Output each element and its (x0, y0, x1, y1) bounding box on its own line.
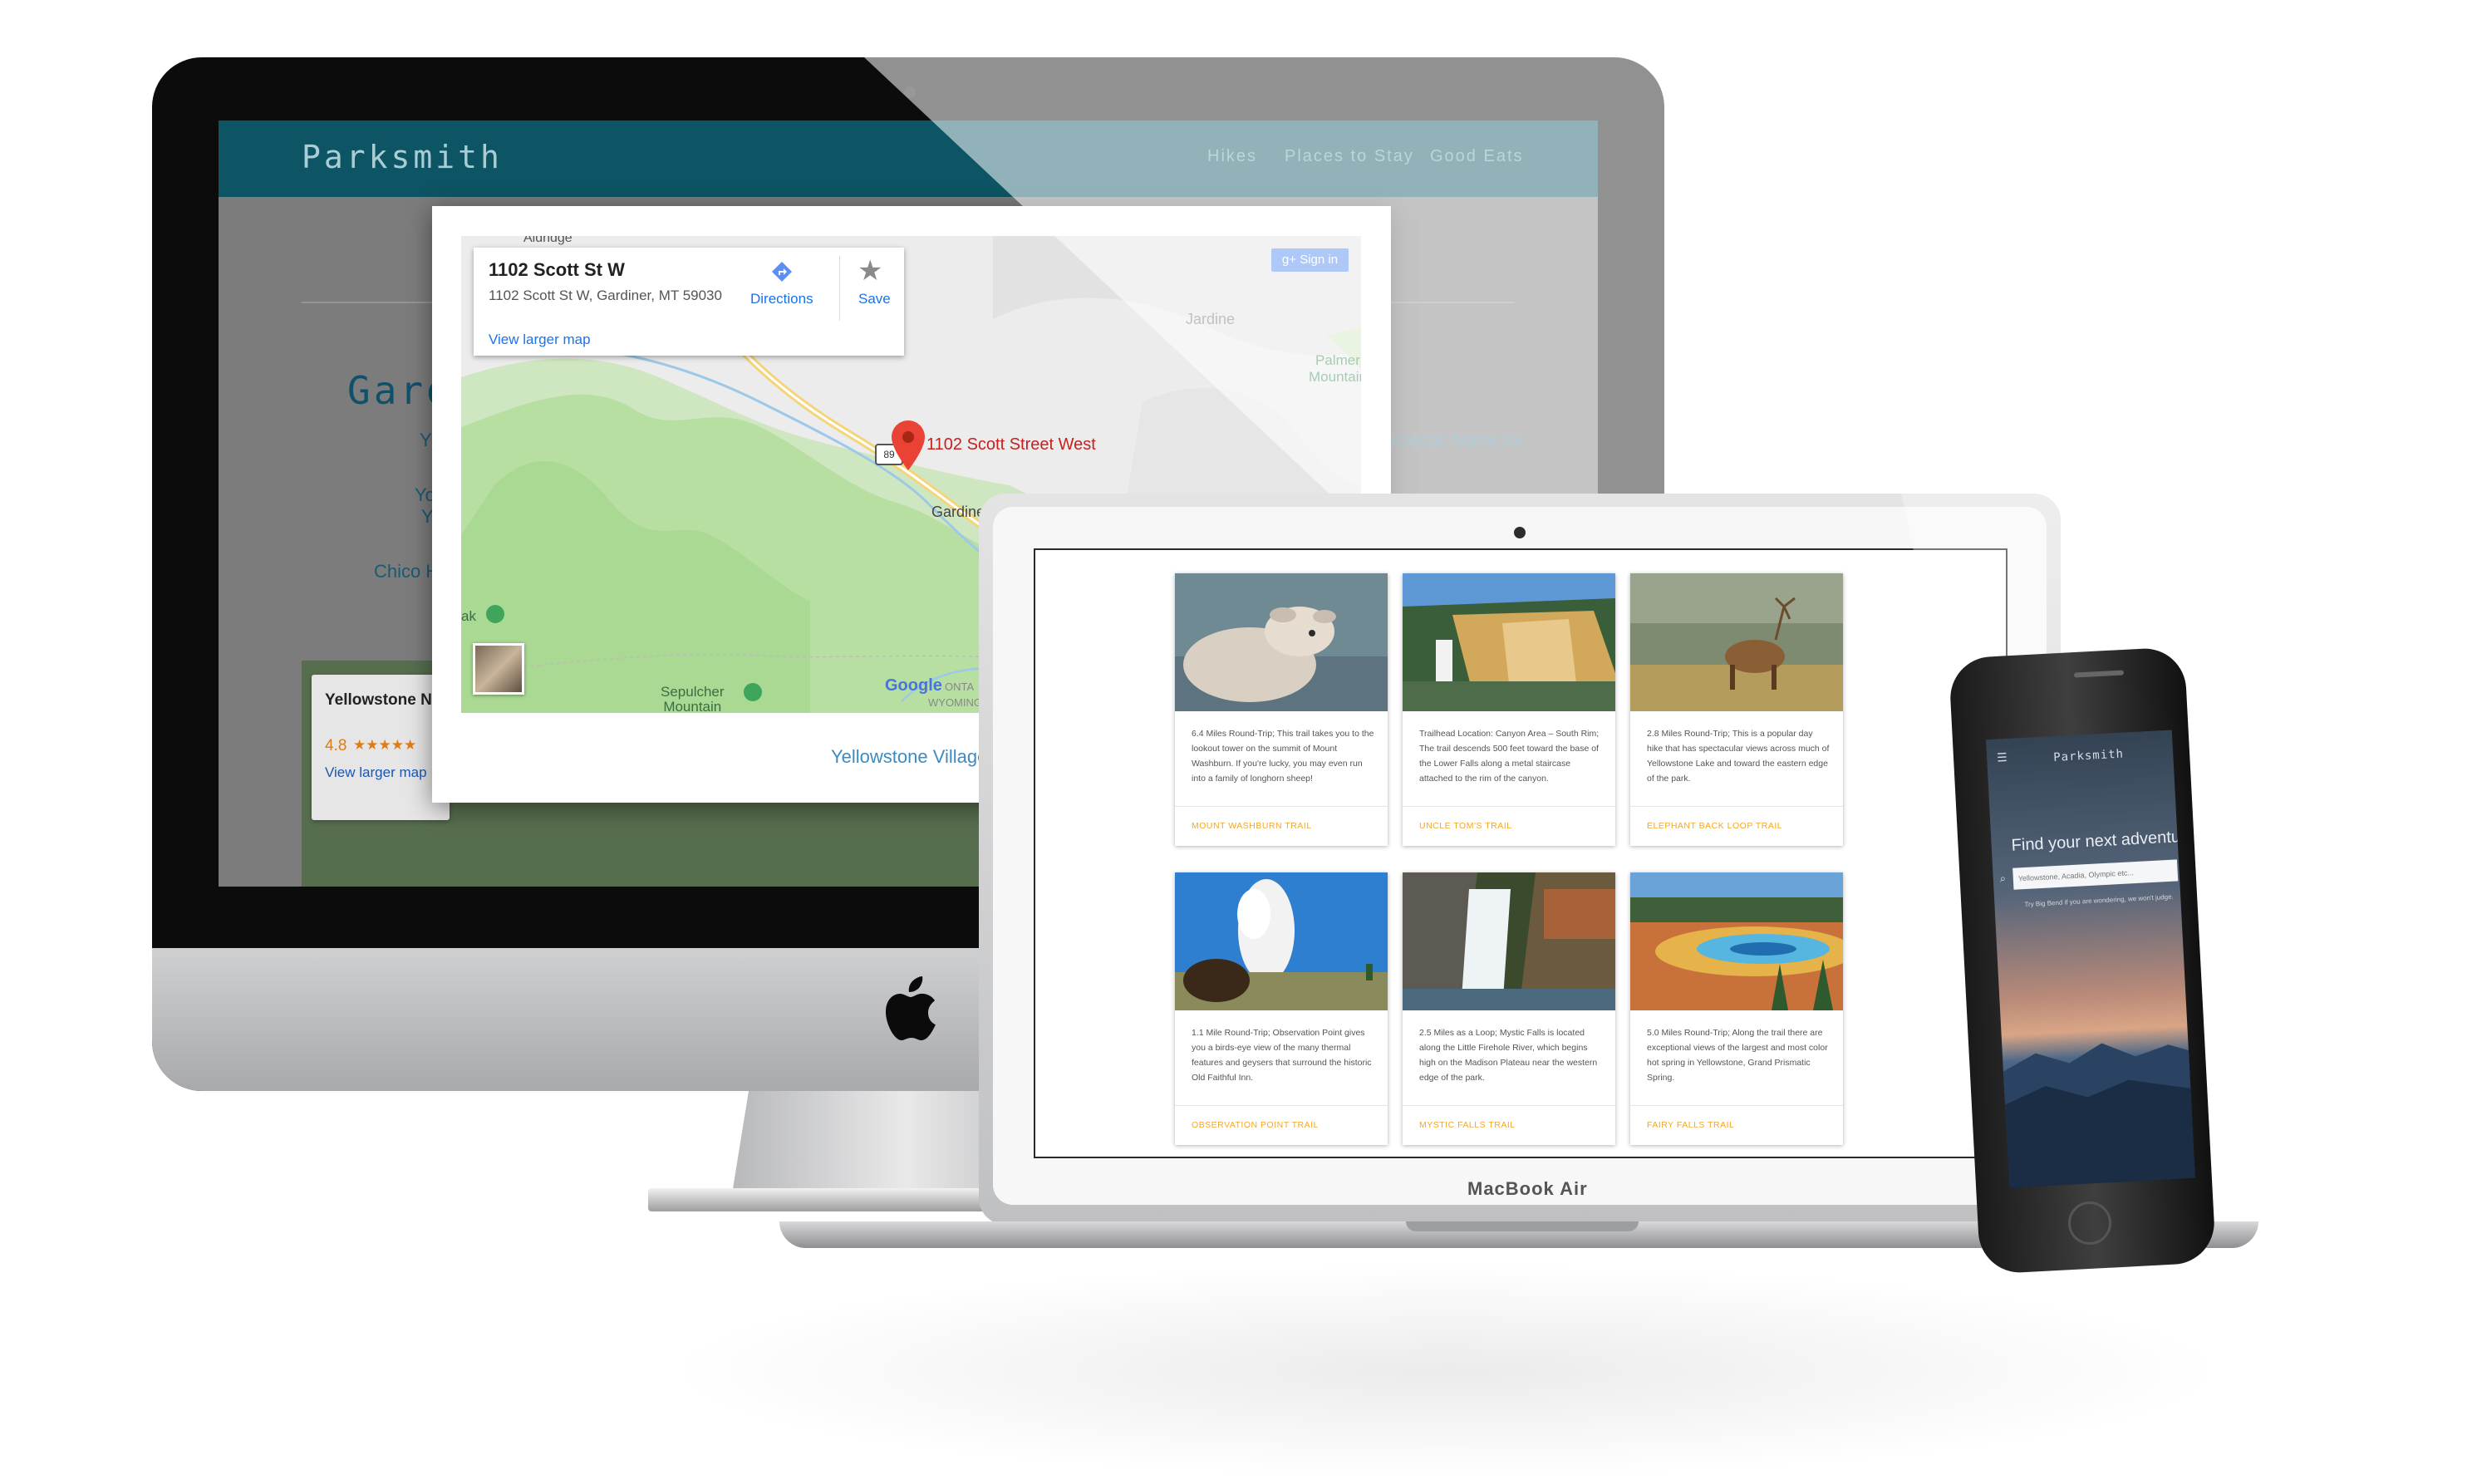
save-button[interactable]: Save (858, 291, 891, 307)
trail-card[interactable]: 1.1 Mile Round-Trip; Observation Point g… (1175, 872, 1388, 1145)
info-card-title: 1102 Scott St W (489, 259, 625, 280)
map-label-palmer-mountain: Palmer Mountain (1309, 352, 1361, 385)
info-card-address: 1102 Scott St W, Gardiner, MT 59030 (489, 287, 722, 303)
trail-photo-canyon-falls (1403, 573, 1615, 711)
trail-description: 1.1 Mile Round-Trip; Observation Point g… (1192, 1028, 1372, 1083)
card-divider (1403, 1105, 1615, 1106)
imac-camera (904, 86, 916, 98)
location-pin-icon[interactable] (892, 420, 925, 470)
card-divider (1630, 1105, 1843, 1106)
map-label-sepulcher-mountain: Sepulcher Mountain (661, 684, 725, 714)
trail-photo-geyser-bison (1175, 872, 1388, 1010)
intro-text-line: Y (420, 430, 432, 450)
google-plus-icon: g+ (1281, 253, 1300, 267)
directions-button[interactable]: Directions (750, 291, 813, 307)
rating-stars-icon: ★★★★★ (353, 737, 417, 753)
trail-card[interactable]: 2.5 Miles as a Loop; Mystic Falls is loc… (1403, 872, 1615, 1145)
view-larger-map-link[interactable]: View larger map (325, 764, 427, 781)
trail-link[interactable]: FAIRY FALLS TRAIL (1647, 1120, 1734, 1130)
search-icon: ⌕ (1999, 872, 2007, 885)
phone-headline: Find your next adventure (2011, 827, 2195, 855)
macbook-brand: MacBook Air (1467, 1178, 1588, 1199)
card-divider (1403, 806, 1615, 807)
phone-logo[interactable]: Parksmith (2053, 748, 2125, 764)
iphone-screen: ☰ Parksmith Find your next adventure ⌕ T… (1986, 730, 2195, 1188)
trail-description: 2.8 Miles Round-Trip; This is a popular … (1647, 729, 1830, 784)
hamburger-menu-icon[interactable]: ☰ (1997, 750, 2008, 765)
map-label-peak: ak (461, 608, 476, 624)
trail-card[interactable]: Trailhead Location: Canyon Area – South … (1403, 573, 1615, 846)
macbook-screen: 6.4 Miles Round-Trip; This trail takes y… (1034, 548, 2008, 1158)
trail-link[interactable]: MOUNT WASHBURN TRAIL (1192, 821, 1312, 831)
trail-card[interactable]: 6.4 Miles Round-Trip; This trail takes y… (1175, 573, 1388, 846)
macbook-notch (1406, 1221, 1639, 1231)
trail-link[interactable]: ELEPHANT BACK LOOP TRAIL (1647, 821, 1782, 831)
trail-photo-waterfall (1403, 872, 1615, 1010)
floor-shadow (656, 1263, 2235, 1479)
map-label-wyoming: WYOMING (928, 696, 982, 709)
park-marker-icon[interactable] (744, 683, 762, 701)
site-navbar: Parksmith Hikes Places to Stay Good Eats (219, 120, 1598, 197)
nav-link-places-to-stay[interactable]: Places to Stay (1285, 147, 1414, 166)
card-divider (1630, 806, 1843, 807)
sign-in-label: Sign in (1300, 253, 1339, 267)
trail-description: Trailhead Location: Canyon Area – South … (1419, 729, 1600, 784)
intro-text-line: Chico H (374, 561, 440, 582)
satellite-toggle-thumbnail[interactable] (473, 643, 524, 695)
trail-description: 6.4 Miles Round-Trip; This trail takes y… (1192, 729, 1374, 784)
intro-text-right: eclectic home for (1386, 430, 1525, 450)
directions-icon[interactable] (769, 259, 794, 284)
park-marker-icon[interactable] (486, 605, 504, 623)
map-label-jardine: Jardine (1186, 311, 1236, 327)
map-label-aldridge: Aldridge (523, 236, 573, 245)
card-divider (1175, 806, 1388, 807)
star-save-icon[interactable]: ★ (858, 254, 882, 287)
apple-logo-icon (886, 976, 936, 1040)
google-logo: Google (885, 676, 942, 695)
nav-link-good-eats[interactable]: Good Eats (1430, 147, 1524, 166)
trail-description: 2.5 Miles as a Loop; Mystic Falls is loc… (1419, 1028, 1598, 1083)
trail-link[interactable]: UNCLE TOM'S TRAIL (1419, 821, 1511, 831)
site-logo[interactable]: Parksmith (302, 139, 503, 175)
view-larger-map-link[interactable]: View larger map (489, 332, 591, 348)
place-info-card: Yellowstone N 4.8 ★★★★★ View larger map (312, 675, 450, 820)
phone-subtext: Try Big Bend if you are wondering, we wo… (2024, 892, 2175, 909)
trail-card[interactable]: 2.8 Miles Round-Trip; This is a popular … (1630, 573, 1843, 846)
card-divider (1175, 1105, 1388, 1106)
place-title: Yellowstone N (325, 691, 432, 709)
trail-link[interactable]: MYSTIC FALLS TRAIL (1419, 1120, 1516, 1130)
trail-link[interactable]: OBSERVATION POINT TRAIL (1192, 1120, 1319, 1130)
map-info-card: 1102 Scott St W 1102 Scott St W, Gardine… (474, 248, 904, 356)
trail-card[interactable]: 5.0 Miles Round-Trip; Along the trail th… (1630, 872, 1843, 1145)
trail-photo-prismatic-spring (1630, 872, 1843, 1010)
place-rating: 4.8 (325, 737, 347, 754)
trail-description: 5.0 Miles Round-Trip; Along the trail th… (1647, 1028, 1828, 1083)
macbook-camera (1514, 527, 1526, 538)
trail-photo-bighorn-lamb (1175, 573, 1388, 711)
nav-link-hikes[interactable]: Hikes (1207, 147, 1257, 166)
map-label-montana: ONTA (945, 681, 975, 693)
google-sign-in-button[interactable]: g+ Sign in (1271, 248, 1349, 272)
search-input[interactable] (2012, 859, 2179, 890)
pin-label: 1102 Scott Street West (926, 435, 1096, 454)
mountain-silhouette (2003, 1043, 2195, 1188)
info-card-divider (839, 256, 840, 321)
trail-photo-elk (1630, 573, 1843, 711)
